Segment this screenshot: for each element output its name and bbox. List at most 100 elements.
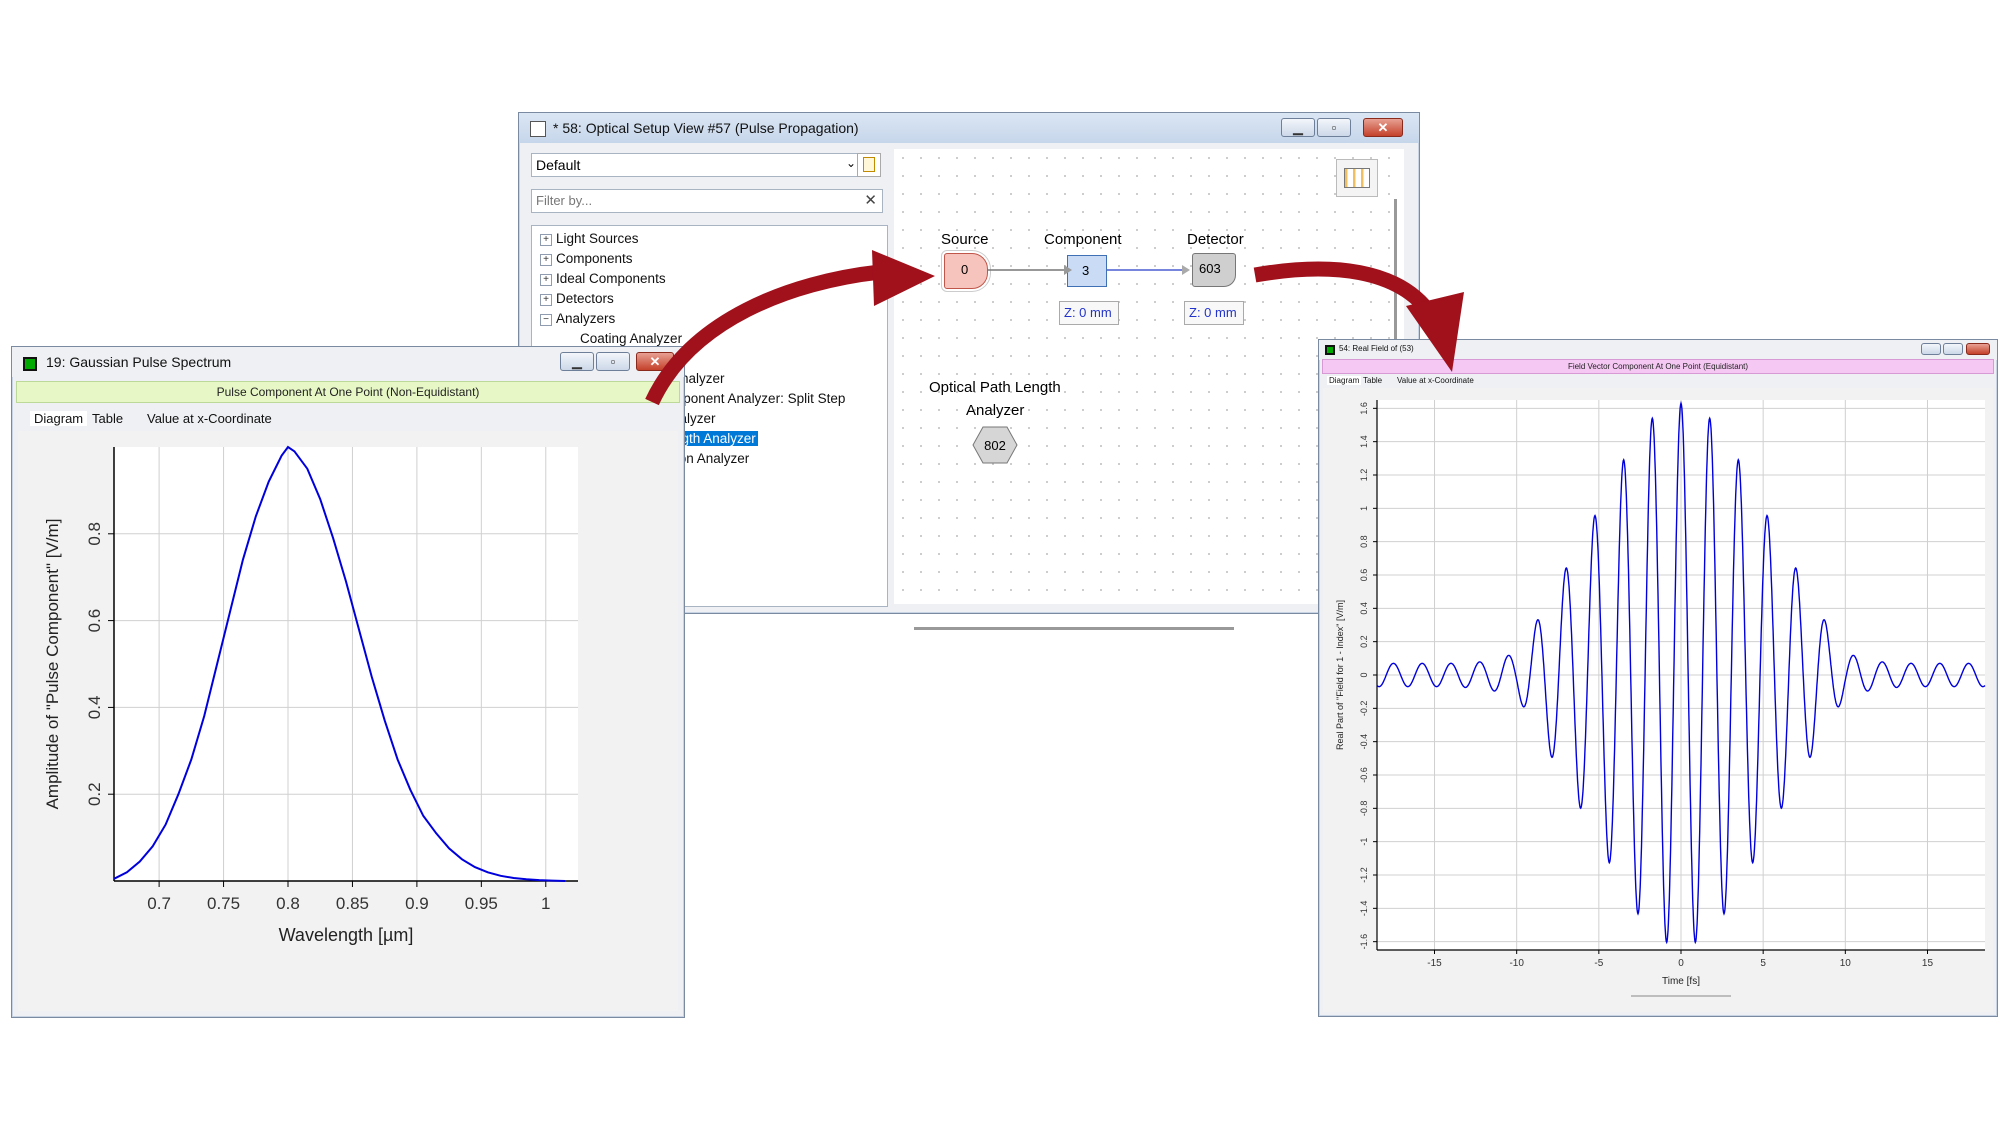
tree-item-label: mponent Analyzer: Split Step bbox=[672, 391, 846, 406]
y-tick-label: 0.4 bbox=[1359, 602, 1369, 615]
tree-item[interactable]: Coating Analyzer bbox=[580, 331, 682, 346]
new-document-button[interactable] bbox=[857, 153, 881, 177]
y-tick-label: -0.8 bbox=[1359, 801, 1369, 817]
y-axis-label: Amplitude of "Pulse Component" [V/m] bbox=[43, 519, 62, 810]
tree-item-label: Components bbox=[556, 251, 633, 266]
plot-background bbox=[114, 447, 578, 881]
x-tick-label: 0.75 bbox=[207, 894, 240, 913]
y-tick-label: 0.6 bbox=[85, 609, 104, 633]
spectrum-chart[interactable]: 0.7 0.75 0.8 0.85 0.9 0.95 1 0.2 0.4 0.6 0.8 Wavele… bbox=[18, 431, 678, 1011]
tree-item-label: Coating Analyzer bbox=[580, 331, 683, 346]
tree-expander-icon[interactable]: + bbox=[540, 234, 552, 246]
tree-expander-icon[interactable]: + bbox=[540, 294, 552, 306]
horizontal-scrollbar[interactable] bbox=[914, 627, 1234, 630]
field-plot-area[interactable]: -15 -10 -5 0 5 10 15 -1.6 -1.4 -1.2 -1 -0.8 -0.6 -0.4… bbox=[1323, 388, 1993, 1012]
tab-value-at-x[interactable]: Value at x-Coordinate bbox=[147, 411, 272, 426]
x-tick-label: 0.85 bbox=[336, 894, 369, 913]
x-tick-label: 0.9 bbox=[405, 894, 429, 913]
field-title-bar[interactable]: 54: Real Field of (53) bbox=[1319, 340, 1997, 360]
analyzer-label-line2: Analyzer bbox=[966, 402, 1025, 419]
maximize-button[interactable]: ▫ bbox=[1317, 118, 1351, 137]
minimize-button[interactable] bbox=[1921, 343, 1941, 355]
x-tick-label: 10 bbox=[1840, 958, 1852, 969]
tree-item[interactable]: + Detectors bbox=[540, 291, 614, 306]
component-arrowhead bbox=[1182, 265, 1190, 275]
tree-item[interactable]: + Light Sources bbox=[540, 231, 639, 246]
tab-table[interactable]: Table bbox=[92, 411, 123, 426]
x-tick-label: 0 bbox=[1678, 958, 1684, 969]
tree-item[interactable]: + Components bbox=[540, 251, 633, 266]
y-tick-label: 0 bbox=[1359, 672, 1369, 677]
x-axis-label: Time [fs] bbox=[1662, 976, 1700, 987]
spectrum-title-bar[interactable]: 19: Gaussian Pulse Spectrum ▁ ▫ ✕ bbox=[12, 347, 684, 377]
y-tick-label: -0.6 bbox=[1359, 767, 1369, 783]
new-document-icon bbox=[863, 157, 875, 172]
y-tick-label: -1.2 bbox=[1359, 867, 1369, 883]
y-tick-label: 1.4 bbox=[1359, 435, 1369, 448]
preset-select[interactable]: Default ⌄ bbox=[531, 153, 865, 177]
analyzer-id: 802 bbox=[984, 438, 1006, 453]
maximize-icon: ▫ bbox=[1331, 120, 1337, 135]
minimize-button[interactable]: ▁ bbox=[560, 352, 594, 371]
tree-item[interactable]: − Analyzers bbox=[540, 311, 616, 326]
maximize-button[interactable] bbox=[1943, 343, 1963, 355]
analyzer-node[interactable]: 802 bbox=[972, 425, 1018, 465]
maximize-icon: ▫ bbox=[610, 354, 616, 369]
tab-diagram[interactable]: Diagram bbox=[1327, 376, 1362, 385]
tree-item[interactable]: + Ideal Components bbox=[540, 271, 666, 286]
tab-value-at-x[interactable]: Value at x-Coordinate bbox=[1397, 376, 1474, 385]
tree-item-label: Ideal Components bbox=[556, 271, 666, 286]
filter-placeholder: Filter by... bbox=[536, 193, 593, 208]
tree-expander-icon[interactable]: + bbox=[540, 274, 552, 286]
close-icon: ✕ bbox=[1377, 120, 1389, 135]
spectrum-window: 19: Gaussian Pulse Spectrum ▁ ▫ ✕ Pulse … bbox=[11, 346, 685, 1018]
y-tick-label: -0.4 bbox=[1359, 734, 1369, 750]
y-axis-label: Real Part of "Field for 1 - Index" [V/m] bbox=[1335, 600, 1345, 750]
field-window-title: 54: Real Field of (53) bbox=[1339, 344, 1414, 353]
spectrum-result-band: Pulse Component At One Point (Non-Equidi… bbox=[16, 381, 680, 403]
analyzer-label-line1: Optical Path Length bbox=[929, 379, 1061, 396]
minimize-icon: ▁ bbox=[1293, 120, 1303, 135]
tree-item-label: Light Sources bbox=[556, 231, 639, 246]
y-tick-label: 0.4 bbox=[85, 696, 104, 720]
chevron-down-icon: ⌄ bbox=[845, 156, 856, 170]
close-button[interactable]: ✕ bbox=[1363, 118, 1403, 137]
close-button[interactable] bbox=[1966, 343, 1990, 355]
detector-result-icon bbox=[23, 357, 37, 371]
x-tick-label: -15 bbox=[1427, 958, 1442, 969]
x-tick-label: 0.8 bbox=[276, 894, 300, 913]
y-tick-label: 0.8 bbox=[1359, 535, 1369, 548]
tab-table[interactable]: Table bbox=[1363, 376, 1382, 385]
y-tick-label: -1.4 bbox=[1359, 901, 1369, 917]
close-button[interactable]: ✕ bbox=[636, 352, 674, 371]
detector-result-icon bbox=[1325, 345, 1335, 355]
filter-input[interactable]: Filter by... ✕ bbox=[531, 189, 883, 213]
y-tick-label: -1 bbox=[1359, 838, 1369, 846]
preset-value: Default bbox=[536, 157, 581, 173]
tree-expander-icon[interactable]: + bbox=[540, 254, 552, 266]
source-arrowhead bbox=[1064, 265, 1072, 275]
y-tick-label: 0.8 bbox=[85, 522, 104, 546]
y-tick-label: -1.6 bbox=[1359, 934, 1369, 950]
clear-filter-icon[interactable]: ✕ bbox=[864, 191, 877, 209]
setup-title-bar[interactable]: * 58: Optical Setup View #57 (Pulse Prop… bbox=[519, 113, 1419, 143]
x-tick-label: -10 bbox=[1509, 958, 1524, 969]
y-tick-label: 1.6 bbox=[1359, 402, 1369, 415]
x-tick-label: 1 bbox=[541, 894, 550, 913]
spectrum-plot-area[interactable]: 0.7 0.75 0.8 0.85 0.9 0.95 1 0.2 0.4 0.6 0.8 Wavele… bbox=[18, 431, 678, 1011]
maximize-button[interactable]: ▫ bbox=[596, 352, 630, 371]
spectrum-window-title: 19: Gaussian Pulse Spectrum bbox=[46, 354, 232, 370]
y-tick-label: 0.2 bbox=[1359, 635, 1369, 648]
y-tick-label: 0.2 bbox=[85, 782, 104, 806]
minimize-button[interactable]: ▁ bbox=[1281, 118, 1315, 137]
tree-expander-icon[interactable]: − bbox=[540, 314, 552, 326]
tab-diagram[interactable]: Diagram bbox=[30, 411, 88, 426]
setup-view-icon bbox=[530, 121, 546, 137]
field-chart[interactable]: -15 -10 -5 0 5 10 15-1.6-1.4-1.2-1-0.8-0.6-0.4… bbox=[1323, 388, 1993, 1012]
x-tick-label: -5 bbox=[1594, 958, 1603, 969]
x-axis-label: Wavelength [µm] bbox=[279, 925, 414, 945]
tree-item-label: Analyzers bbox=[556, 311, 616, 326]
tree-item[interactable]: mponent Analyzer: Split Step bbox=[672, 391, 845, 406]
minimize-icon: ▁ bbox=[572, 354, 582, 369]
field-window: 54: Real Field of (53) Field Vector Comp… bbox=[1318, 339, 1998, 1017]
